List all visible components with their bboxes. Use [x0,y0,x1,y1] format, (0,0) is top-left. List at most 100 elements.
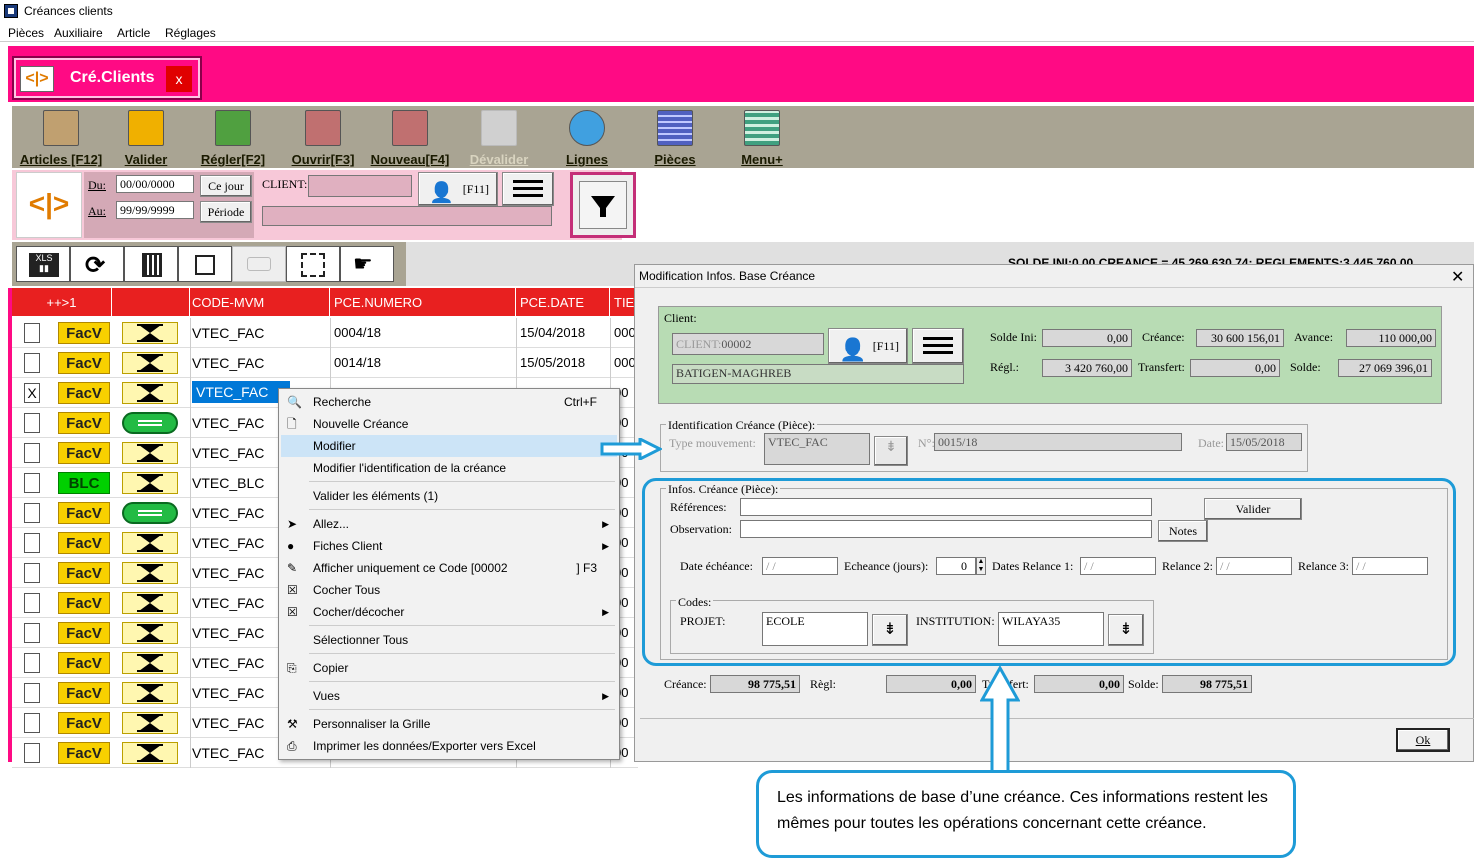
menu-pieces[interactable]: Pièces [8,26,44,40]
menu-item-modifier[interactable]: Modifier [281,435,617,457]
client-code-value: 00002 [721,337,752,351]
grid-icon [657,110,693,146]
table-row[interactable]: FacV VTEC_FAC 0004/18 15/04/2018 000 [12,318,638,348]
row-checkbox[interactable] [24,413,40,433]
avance-field: 110 000,00 [1346,329,1436,347]
toolbar-menu-plus-button[interactable]: Menu+ [736,108,788,167]
menu-item-label: Afficher uniquement ce Code [00002 [313,561,508,575]
client-list-button[interactable] [502,172,554,206]
client-name-input[interactable] [262,206,552,226]
f11-label: [F11] [462,182,489,196]
client-field-label: CLIENT: [676,337,722,351]
au-date-input[interactable]: 99/99/9999 [116,201,194,219]
date-field: 15/05/2018 [1226,433,1302,451]
toolbar-ouvrir-button[interactable]: Ouvrir[F3] [288,108,358,167]
row-checkbox[interactable] [24,323,40,343]
toolbar-regler-button[interactable]: Régler[F2] [198,108,268,167]
row-checkbox[interactable]: X [24,383,40,403]
ce-jour-button[interactable]: Ce jour [200,175,252,197]
menu-item-vues[interactable]: Vues ▶ [281,685,617,707]
col-header-select[interactable]: ++>1 [12,288,112,316]
col-header-status[interactable] [112,288,190,316]
menu-item-nouvelle-cr-ance[interactable]: 🗋 Nouvelle Créance [281,413,617,435]
col-header-pce-date[interactable]: PCE.DATE [516,288,610,316]
annotation-callout: Les informations de base d’une créance. … [756,770,1296,858]
row-checkbox[interactable] [24,713,40,733]
transfer-button[interactable] [232,246,286,282]
client-code-input[interactable] [308,175,412,197]
toolbar-lignes-button[interactable]: Lignes [560,108,614,167]
dialog-client-picker-button[interactable]: 👤 [F11] [828,328,908,364]
menu-reglages[interactable]: Réglages [165,26,216,40]
menu-lines-icon [744,110,780,146]
menu-auxiliaire[interactable]: Auxiliaire [54,26,103,40]
dialog-title-divider [635,287,1473,288]
menu-item-modifier-l-identification-de-la-cr-ance[interactable]: Modifier l'identification de la créance [281,457,617,479]
row-checkbox[interactable] [24,593,40,613]
doc-type-badge: FacV [58,682,110,704]
doc-type-badge: FacV [58,592,110,614]
dialog-client-list-button[interactable] [912,328,964,364]
solde-ini-field: 0,00 [1042,329,1132,347]
menu-item-cocher-d-cocher[interactable]: ☒ Cocher/décocher ▶ [281,601,617,623]
export-excel-button[interactable]: XLS ▮▮ [16,246,70,282]
select-area-button[interactable] [286,246,340,282]
refresh-button[interactable]: ⟳ [70,246,124,282]
bottom-creance-field: 98 775,51 [710,675,800,693]
apply-filter-button[interactable] [570,172,636,238]
menu-item-copier[interactable]: ⎘ Copier [281,657,617,679]
regl-label: Régl.: [990,360,1019,374]
menu-article[interactable]: Article [117,26,150,40]
col-header-pce-numero[interactable]: PCE.NUMERO [330,288,516,316]
menu-item-valider-les-l-ments-1[interactable]: Valider les éléments (1) [281,485,617,507]
type-mouvement-picker-button[interactable]: ⇟ [874,436,908,466]
menubar: Pièces Auxiliaire Article Réglages [0,22,1474,42]
menu-item-imprimer-les-donn-es-exporter-vers-excel[interactable]: ⎙ Imprimer les données/Exporter vers Exce… [281,735,617,757]
row-checkbox[interactable] [24,743,40,763]
client-group [658,306,1442,404]
dialog-close-icon[interactable]: ✕ [1451,267,1464,287]
tab-close-icon[interactable]: x [166,66,192,92]
hourglass-icon [122,382,178,404]
menu-item-afficher-uniquement-ce-code-00002[interactable]: ✎ Afficher uniquement ce Code [00002] F3 [281,557,617,579]
du-date-input[interactable]: 00/00/0000 [116,175,194,193]
tab-cre-clients[interactable]: <|> Cré.Clients x [12,56,202,100]
bottom-solde-field: 98 775,51 [1162,675,1252,693]
menu-item-allez[interactable]: ➤ Allez... ▶ [281,513,617,535]
tie-cell: 000 [614,355,636,370]
menu-item-personnaliser-la-grille[interactable]: ⚒ Personnaliser la Grille [281,713,617,735]
row-checkbox[interactable] [24,623,40,643]
toolbar-pieces-button[interactable]: Pièces [648,108,702,167]
hourglass-icon [122,352,178,374]
menu-item-recherche[interactable]: 🔍 Recherche Ctrl+F [281,391,617,413]
row-checkbox[interactable] [24,683,40,703]
toolbar-devalider-button[interactable]: Dévalider [464,108,534,167]
row-checkbox[interactable] [24,563,40,583]
submenu-arrow-icon: ▶ [602,691,609,701]
ok-button[interactable]: Ok [1396,728,1450,752]
client-picker-button[interactable]: 👤 [F11] [418,172,498,206]
numero-field: 0015/18 [934,433,1182,451]
periode-button[interactable]: Période [200,201,252,223]
table-row[interactable]: FacV VTEC_FAC 0014/18 15/05/2018 000 [12,348,638,378]
row-checkbox[interactable] [24,443,40,463]
toolbar-nouveau-button[interactable]: Nouveau[F4] [368,108,452,167]
toolbar-articles-button[interactable]: Articles [F12] [16,108,106,167]
edit-button[interactable] [178,246,232,282]
pointer-button[interactable]: ☛ [340,246,394,282]
hourglass-icon [122,622,178,644]
doc-type-badge: FacV [58,742,110,764]
row-checkbox[interactable] [24,653,40,673]
menu-item-cocher-tous[interactable]: ☒ Cocher Tous [281,579,617,601]
col-header-code-mvm[interactable]: CODE-MVM [190,288,330,316]
delete-button[interactable] [124,246,178,282]
toolbar-valider-button[interactable]: Valider [116,108,176,167]
dialog-client-code-field[interactable]: CLIENT:00002 [672,333,824,355]
menu-item-fiches-client[interactable]: ● Fiches Client ▶ [281,535,617,557]
row-checkbox[interactable] [24,473,40,493]
row-checkbox[interactable] [24,503,40,523]
row-checkbox[interactable] [24,533,40,553]
doc-type-badge: FacV [58,322,110,344]
menu-item-s-lectionner-tous[interactable]: Sélectionner Tous [281,629,617,651]
row-checkbox[interactable] [24,353,40,373]
